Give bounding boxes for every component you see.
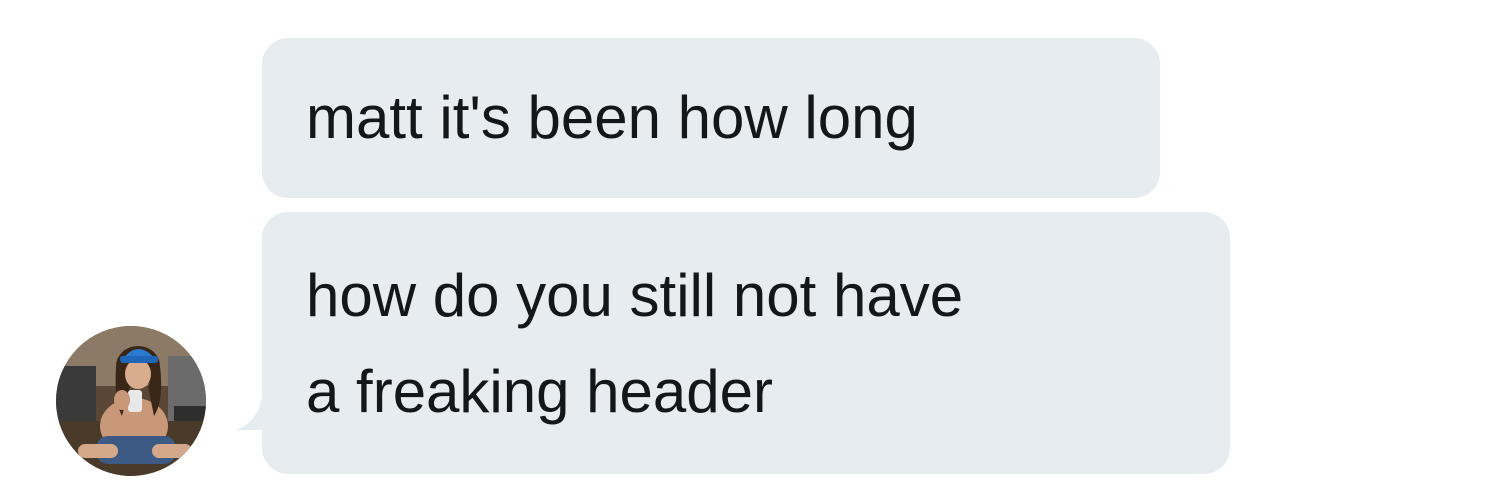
message-text-line: a freaking header — [306, 358, 773, 425]
message-bubble[interactable]: how do you still not have a freaking hea… — [262, 212, 1230, 474]
message-bubble[interactable]: matt it's been how long — [262, 38, 1160, 198]
bubble-tail — [236, 396, 272, 430]
avatar[interactable] — [56, 326, 206, 476]
message-text: matt it's been how long — [306, 84, 918, 151]
message-text-line: how do you still not have — [306, 262, 964, 329]
message-thread: matt it's been how long how do you still… — [0, 0, 1500, 500]
avatar-photo — [56, 326, 206, 476]
